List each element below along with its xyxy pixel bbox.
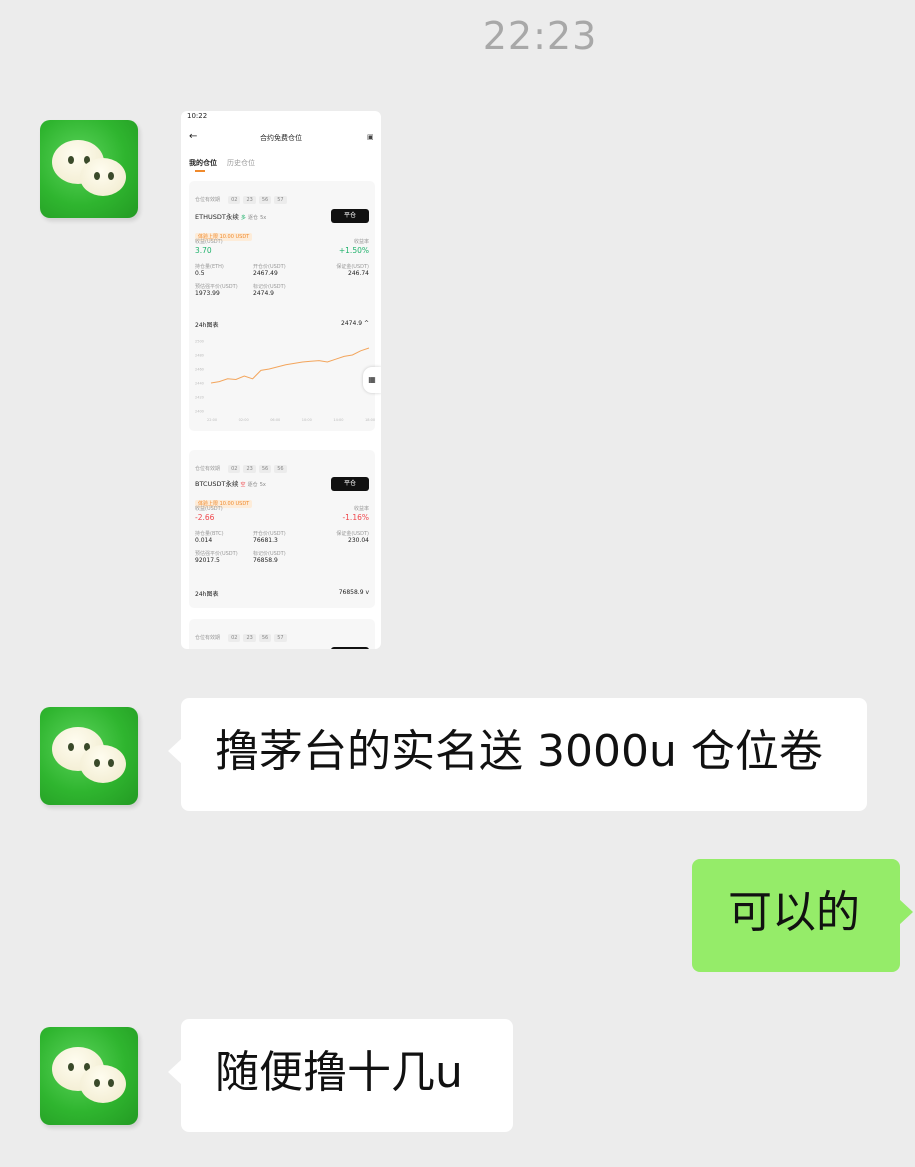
qty-value: 0.014: [195, 537, 213, 544]
x-tick-label: 14:00: [333, 418, 343, 422]
roe-value: -1.16%: [342, 513, 369, 522]
message-bubble[interactable]: 撸茅台的实名送 3000u 仓位卷: [168, 698, 867, 811]
countdown: 仓位有效期 02 23 56 56: [195, 455, 290, 474]
roe-label: 收益率: [353, 239, 369, 245]
close-position-button[interactable]: 平仓: [331, 477, 369, 491]
y-tick-label: 2460: [195, 368, 204, 372]
mark-value: 2474.9: [253, 290, 274, 297]
symbol-row: ETHUSDT永续 多 逐仓 5x: [195, 213, 267, 221]
x-tick-label: 18:00: [365, 418, 375, 422]
x-tick-label: 10:00: [302, 418, 312, 422]
y-tick-label: 2500: [195, 340, 204, 344]
margin-label: 保证金(USDT): [336, 264, 369, 270]
message-bubble[interactable]: 随便撸十几u: [168, 1019, 513, 1132]
screen-title: 合约免费仓位: [260, 134, 302, 142]
x-tick-label: 02:00: [239, 418, 249, 422]
pnl-label: 收益(USDT): [195, 239, 223, 245]
countdown: 仓位有效期 02 23 56 57: [195, 186, 290, 205]
y-tick-label: 2400: [195, 410, 204, 414]
gift-icon: ▣: [367, 133, 374, 141]
avatar[interactable]: [40, 120, 138, 218]
margin-label: 保证金(USDT): [336, 531, 369, 537]
entry-value: 2467.49: [253, 270, 278, 277]
margin-value: 230.04: [348, 537, 369, 544]
entry-label: 开仓价(USDT): [253, 531, 286, 537]
position-card: 仓位有效期 02 23 56 56 BTCUSDT永续 空 逐仓 5x 体验上限 10…: [189, 450, 375, 608]
chart-toggle[interactable]: 2474.9 ^: [341, 320, 369, 327]
mark-value: 76858.9: [253, 557, 278, 564]
qty-label: 持仓量(BTC): [195, 531, 224, 537]
status-time: 10:22: [187, 112, 208, 120]
avatar[interactable]: [40, 707, 138, 805]
y-tick-label: 2480: [195, 354, 204, 358]
pnl-value: -2.66: [195, 513, 215, 522]
float-gift-icon[interactable]: ▦: [363, 367, 381, 393]
position-card: 仓位有效期 02 23 56 57 ETHUSDT永续 多 逐仓 5x 体验上限 10…: [189, 181, 375, 431]
position-card: 仓位有效期 02 23 56 57: [189, 619, 375, 649]
mark-label: 标记价(USDT): [253, 551, 286, 557]
chart-label: 24h图表: [195, 591, 219, 598]
tab-history: 历史仓位: [227, 159, 255, 167]
avatar[interactable]: [40, 1027, 138, 1125]
symbol-row: BTCUSDT永续 空 逐仓 5x: [195, 480, 266, 488]
close-position-button[interactable]: [331, 647, 369, 649]
roe-value: +1.50%: [338, 246, 369, 255]
tab-my-positions: 我的仓位: [189, 159, 217, 167]
pnl-label: 收益(USDT): [195, 506, 223, 512]
liq-label: 预估强平价(USDT): [195, 284, 238, 290]
chart-toggle[interactable]: 76858.9 v: [339, 589, 369, 596]
qty-label: 持仓量(ETH): [195, 264, 224, 270]
y-tick-label: 2420: [195, 396, 204, 400]
tab-indicator: [195, 170, 205, 172]
roe-label: 收益率: [353, 506, 369, 512]
x-tick-label: 22:00: [207, 418, 217, 422]
chart-label: 24h图表: [195, 322, 219, 329]
image-message[interactable]: 10:22 ← 合约免费仓位 ▣ 我的仓位 历史仓位 仓位有效期 02 23 56 5…: [181, 111, 381, 649]
liq-label: 预估强平价(USDT): [195, 551, 238, 557]
price-chart: 2500 2480 2460 2440 2420 2400 22:00 02:00 06:00…: [195, 340, 375, 423]
close-position-button[interactable]: 平仓: [331, 209, 369, 223]
liq-value: 92017.5: [195, 557, 220, 564]
pnl-value: 3.70: [195, 246, 212, 255]
y-tick-label: 2440: [195, 382, 204, 386]
margin-value: 246.74: [348, 270, 369, 277]
qty-value: 0.5: [195, 270, 205, 277]
x-tick-label: 06:00: [270, 418, 280, 422]
countdown: 仓位有效期 02 23 56 57: [195, 624, 290, 643]
mark-label: 标记价(USDT): [253, 284, 286, 290]
liq-value: 1973.99: [195, 290, 220, 297]
entry-label: 开仓价(USDT): [253, 264, 286, 270]
entry-value: 76681.3: [253, 537, 278, 544]
price-series-line: [210, 347, 370, 384]
message-bubble-self[interactable]: 可以的: [692, 859, 913, 972]
chat-timestamp: 22:23: [482, 14, 598, 58]
